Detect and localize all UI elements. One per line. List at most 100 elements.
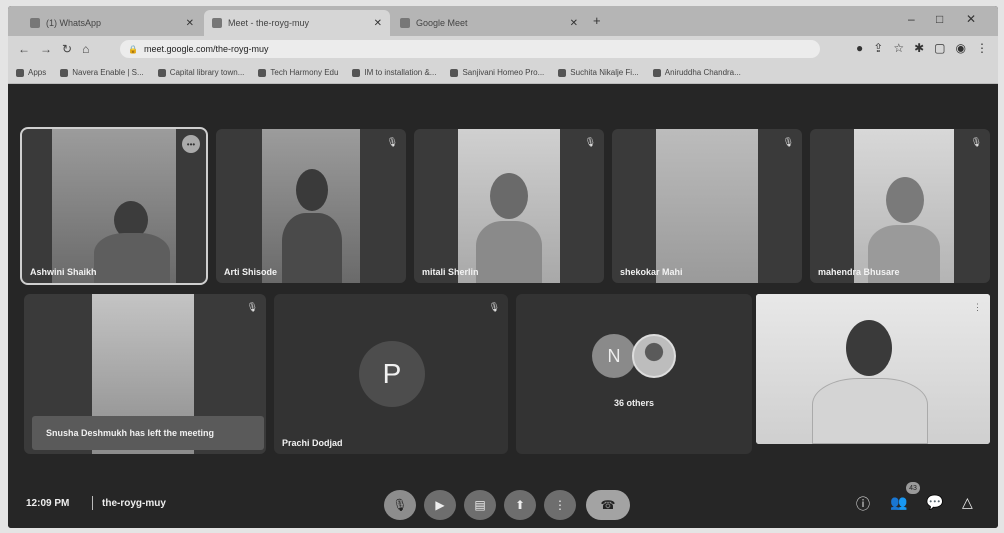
menu-kebab-icon[interactable]: ⋮ <box>976 41 988 55</box>
meet-controls-bar: 12:09 PM the-royg-muy 🎙 ▶ ▤ ⬆ ⋮ ☎ ⓘ 👥 43… <box>8 476 998 528</box>
divider <box>92 496 93 510</box>
bookmark-favicon-icon <box>652 68 661 77</box>
tab-strip: (1) WhatsApp ✕ Meet - the-royg-muy ✕ Goo… <box>8 6 998 36</box>
profile-avatar-icon[interactable]: ◉ <box>956 41 966 55</box>
bookmark-favicon-icon <box>157 68 166 77</box>
participant-video <box>854 129 954 283</box>
bookmark-star-icon[interactable]: ☆ <box>893 41 904 55</box>
minimize-icon[interactable]: – <box>908 12 915 26</box>
bookmark-item[interactable]: Sanjivani Homeo Pro... <box>450 68 544 77</box>
bookmark-apps[interactable]: Apps <box>16 68 46 77</box>
participant-name: Arti Shisode <box>224 267 278 277</box>
chat-icon[interactable]: 💬 <box>926 494 943 511</box>
meeting-time: 12:09 PM <box>26 498 70 509</box>
tab-label: Google Meet <box>416 18 468 28</box>
mic-muted-icon: 🎙 <box>782 137 794 147</box>
more-vert-icon: ⋮ <box>554 498 566 512</box>
participant-tile[interactable]: ••• Ashwini Shaikh <box>20 127 208 285</box>
share-icon[interactable]: ⇪ <box>873 41 883 55</box>
bookmark-favicon-icon <box>450 68 459 77</box>
bookmark-item[interactable]: Suchita Nikalje Fi... <box>558 68 639 77</box>
new-tab-button[interactable]: + <box>593 13 601 28</box>
participant-name: mitali Sherlin <box>422 267 479 277</box>
maximize-icon[interactable]: □ <box>936 12 943 26</box>
bookmark-item[interactable]: Aniruddha Chandra... <box>652 68 741 77</box>
whatsapp-favicon-icon <box>30 18 40 28</box>
mic-muted-icon: 🎙 <box>584 137 596 147</box>
participant-tile[interactable]: 🎙 mitali Sherlin <box>414 129 604 283</box>
meeting-code: the-royg-muy <box>102 498 166 509</box>
info-icon[interactable]: ⓘ <box>856 494 870 514</box>
home-icon[interactable]: ⌂ <box>82 42 89 56</box>
mic-muted-icon: 🎙 <box>488 302 500 312</box>
captions-button[interactable]: ▤ <box>464 490 496 520</box>
tab-search-icon[interactable]: ▢ <box>934 41 945 55</box>
others-count: 36 others <box>613 398 655 408</box>
captions-icon: ▤ <box>474 498 486 512</box>
tab-label: (1) WhatsApp <box>46 18 102 28</box>
participant-tile[interactable]: 🎙 Arti Shisode <box>216 129 406 283</box>
forward-icon[interactable]: → <box>40 42 52 56</box>
apps-grid-icon <box>16 68 24 77</box>
activities-icon[interactable]: △ <box>962 494 973 511</box>
more-options-icon[interactable]: ••• <box>182 135 200 153</box>
leave-call-button[interactable]: ☎ <box>586 490 630 520</box>
bookmark-item[interactable]: Tech Harmony Edu <box>258 68 338 77</box>
url-text: meet.google.com/the-royg-muy <box>143 44 269 54</box>
browser-toolbar: ← → ↻ ⌂ 🔒 meet.google.com/the-royg-muy ●… <box>8 36 998 62</box>
avatar: N <box>592 334 636 378</box>
tab-meet[interactable]: Meet - the-royg-muy ✕ <box>204 10 390 36</box>
bookmarks-bar: Apps Navera Enable | S... Capital librar… <box>8 62 998 84</box>
bookmark-favicon-icon <box>352 68 361 77</box>
more-options-button[interactable]: ⋮ <box>544 490 576 520</box>
meet-stage: ••• Ashwini Shaikh 🎙 Arti Shisode 🎙 mita… <box>8 84 998 528</box>
close-tab-icon[interactable]: ✕ <box>570 18 578 29</box>
avatar <box>632 334 676 378</box>
camera-icon: ▶ <box>435 498 445 512</box>
bookmark-item[interactable]: IM to installation &... <box>352 68 436 77</box>
browser-window: (1) WhatsApp ✕ Meet - the-royg-muy ✕ Goo… <box>8 6 998 528</box>
close-tab-icon[interactable]: ✕ <box>374 18 382 29</box>
participant-video <box>656 129 758 283</box>
reload-icon[interactable]: ↻ <box>62 42 72 56</box>
toolbar-actions: ● ⇪ ☆ ✱ ▢ ◉ ⋮ <box>856 41 988 55</box>
meet-favicon-icon <box>212 18 222 28</box>
bookmark-favicon-icon <box>558 68 567 77</box>
present-button[interactable]: ⬆ <box>504 490 536 520</box>
participant-name: Ashwini Shaikh <box>30 267 97 277</box>
participant-tile[interactable]: 🎙 shekokar Mahi <box>612 129 802 283</box>
participant-tile[interactable]: 🎙 mahendra Bhusare <box>810 129 990 283</box>
lock-icon: 🔒 <box>128 44 138 54</box>
bookmark-item[interactable]: Navera Enable | S... <box>60 68 144 77</box>
camera-button[interactable]: ▶ <box>424 490 456 520</box>
mic-button[interactable]: 🎙 <box>384 490 416 520</box>
mic-muted-icon: 🎙 <box>386 137 398 147</box>
address-bar[interactable]: 🔒 meet.google.com/the-royg-muy <box>120 40 820 58</box>
participant-name: Prachi Dodjad <box>282 438 343 448</box>
participant-name: shekokar Mahi <box>620 267 683 277</box>
extension-icon[interactable]: ✱ <box>914 41 924 55</box>
tab-whatsapp[interactable]: (1) WhatsApp ✕ <box>22 10 202 36</box>
people-icon[interactable]: 👥 <box>890 494 907 511</box>
more-options-icon[interactable]: ⋮ <box>973 302 982 313</box>
camera-in-use-icon[interactable]: ● <box>856 41 863 55</box>
tab-google-meet[interactable]: Google Meet ✕ <box>392 10 586 36</box>
participant-tile[interactable]: P 🎙 Prachi Dodjad <box>274 294 508 454</box>
close-tab-icon[interactable]: ✕ <box>186 18 194 29</box>
hang-up-icon: ☎ <box>600 498 616 512</box>
meet-favicon-icon <box>400 18 410 28</box>
tab-label: Meet - the-royg-muy <box>228 18 310 28</box>
self-video <box>756 294 990 444</box>
avatar: P <box>359 341 425 407</box>
participant-video <box>458 129 560 283</box>
screen: (1) WhatsApp ✕ Meet - the-royg-muy ✕ Goo… <box>0 0 1004 533</box>
bookmark-item[interactable]: Capital library town... <box>157 68 244 77</box>
participants-count-badge: 43 <box>906 482 920 494</box>
participant-name: mahendra Bhusare <box>818 267 900 277</box>
self-view-tile[interactable]: ⋮ <box>756 294 990 444</box>
participant-video <box>262 129 360 283</box>
others-tile[interactable]: N 36 others <box>516 294 752 454</box>
close-window-icon[interactable]: ✕ <box>966 12 976 26</box>
back-icon[interactable]: ← <box>18 42 30 56</box>
bookmark-favicon-icon <box>60 68 69 77</box>
